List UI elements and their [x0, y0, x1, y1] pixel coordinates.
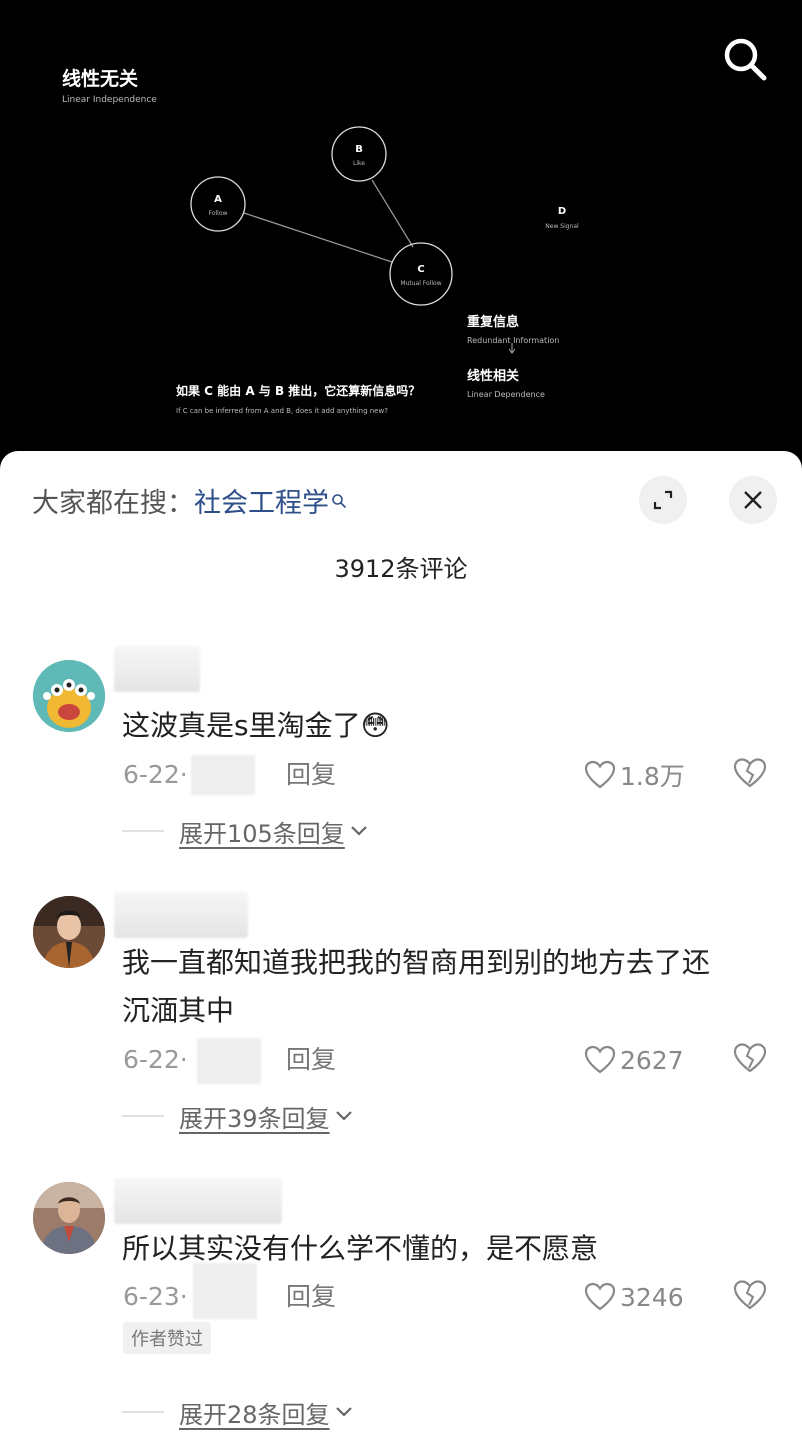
time-hidden: [197, 1038, 261, 1084]
expand-replies[interactable]: 展开105条回复: [122, 813, 369, 849]
like-button[interactable]: 1.8万: [584, 757, 685, 793]
dependence-title: 线性相关: [467, 369, 520, 384]
node-d-letter: D: [558, 206, 566, 217]
like-count: 2627: [620, 1045, 684, 1075]
reply-button[interactable]: 回复: [286, 757, 336, 793]
avatar[interactable]: [33, 896, 105, 968]
time-hidden: [193, 1263, 257, 1319]
comment-date: 6-22·: [123, 760, 188, 789]
like-count: 3246: [620, 1282, 684, 1312]
hot-search-prefix: 大家都在搜：: [32, 488, 194, 519]
dependence-subtitle: Linear Dependence: [467, 390, 545, 399]
comment-count: 3912条评论: [334, 555, 468, 583]
node-c-letter: C: [417, 264, 424, 275]
reply-button[interactable]: 回复: [286, 1279, 336, 1315]
search-icon: [724, 38, 767, 81]
heart-icon: [584, 1045, 616, 1074]
hot-search-term[interactable]: 社会工程学: [194, 488, 329, 519]
expand-replies-label: 展开105条回复: [179, 819, 345, 848]
node-a-letter: A: [214, 194, 222, 205]
broken-heart-icon: [733, 758, 767, 788]
divider-line: [122, 1411, 164, 1413]
username-hidden[interactable]: [114, 1178, 282, 1224]
hot-search-bar[interactable]: 大家都在搜：社会工程学: [32, 481, 347, 520]
edge-b-c: [371, 179, 414, 248]
expand-button[interactable]: [639, 476, 687, 524]
node-a-label: Follow: [209, 210, 228, 217]
avatar-image: [33, 660, 105, 732]
like-count: 1.8万: [620, 762, 685, 791]
chevron-down-icon: [335, 1111, 352, 1121]
expand-replies-label: 展开28条回复: [179, 1400, 330, 1429]
search-button[interactable]: [720, 34, 770, 84]
divider-line: [122, 830, 164, 832]
author-liked-badge: 作者赞过: [123, 1322, 211, 1354]
video-subtitle: Linear Independence: [62, 95, 157, 105]
like-button[interactable]: 3246: [584, 1279, 684, 1315]
node-b-label: Like: [353, 160, 365, 167]
chevron-down-icon: [351, 826, 367, 836]
heart-icon: [584, 760, 616, 789]
search-icon: [331, 485, 347, 516]
divider-line: [122, 1115, 164, 1117]
avatar-image: [33, 896, 105, 968]
avatar-image: [33, 1182, 105, 1254]
username-hidden[interactable]: [114, 892, 248, 938]
time-hidden: [191, 755, 255, 795]
heart-icon: [584, 1282, 616, 1311]
avatar[interactable]: [33, 660, 105, 732]
question-text: 如果 C 能由 A 与 B 推出，它还算新信息吗？: [176, 384, 421, 398]
dislike-button[interactable]: [733, 757, 769, 793]
close-button[interactable]: [729, 476, 777, 524]
video-player[interactable]: A Follow B Like C Mutual Follow D New Si…: [0, 0, 802, 470]
video-title: 线性无关: [62, 68, 139, 90]
comment-date: 6-23·: [123, 1282, 188, 1311]
dislike-button[interactable]: [733, 1042, 769, 1078]
expand-icon: [653, 490, 673, 510]
edge-a-c: [243, 212, 393, 263]
question-subtext: If C can be inferred from A and B, does …: [176, 407, 388, 415]
comment-text: 我一直都知道我把我的智商用到别的地方去了还: [122, 946, 711, 979]
comment-text: 沉湎其中: [122, 994, 235, 1027]
avatar[interactable]: [33, 1182, 105, 1254]
dislike-button[interactable]: [733, 1279, 769, 1315]
comment-text: 这波真是s里淘金了😳: [122, 709, 390, 742]
username-hidden[interactable]: [114, 646, 200, 692]
expand-replies[interactable]: 展开28条回复: [122, 1394, 354, 1430]
expand-replies[interactable]: 展开39条回复: [122, 1098, 354, 1134]
chevron-down-icon: [335, 1407, 352, 1417]
redundant-title: 重复信息: [467, 315, 520, 330]
expand-replies-label: 展开39条回复: [179, 1104, 330, 1133]
reply-button[interactable]: 回复: [286, 1042, 336, 1078]
close-icon: [744, 491, 762, 509]
node-d-label: New Signal: [545, 223, 579, 230]
comment-sheet: 大家都在搜：社会工程学 3912条评论 这波真是s里淘金了�: [0, 451, 802, 1440]
broken-heart-icon: [733, 1043, 767, 1073]
like-button[interactable]: 2627: [584, 1042, 684, 1078]
node-b-letter: B: [355, 144, 363, 155]
broken-heart-icon: [733, 1280, 767, 1310]
redundant-subtitle: Redundant Information: [467, 336, 560, 345]
comment-date: 6-22·: [123, 1045, 188, 1074]
node-c-label: Mutual Follow: [400, 280, 441, 287]
